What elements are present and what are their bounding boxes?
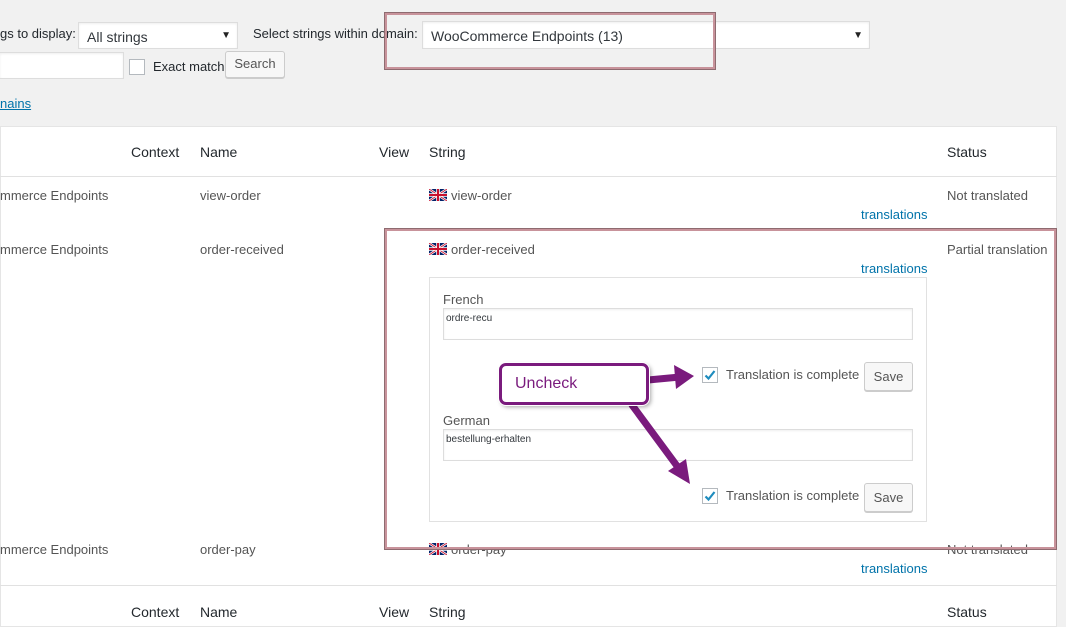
uncheck-callout: Uncheck [499,363,649,405]
arrow-head-upper [674,365,694,389]
callout-arrows [628,365,694,484]
arrow-line-lower [628,401,684,474]
